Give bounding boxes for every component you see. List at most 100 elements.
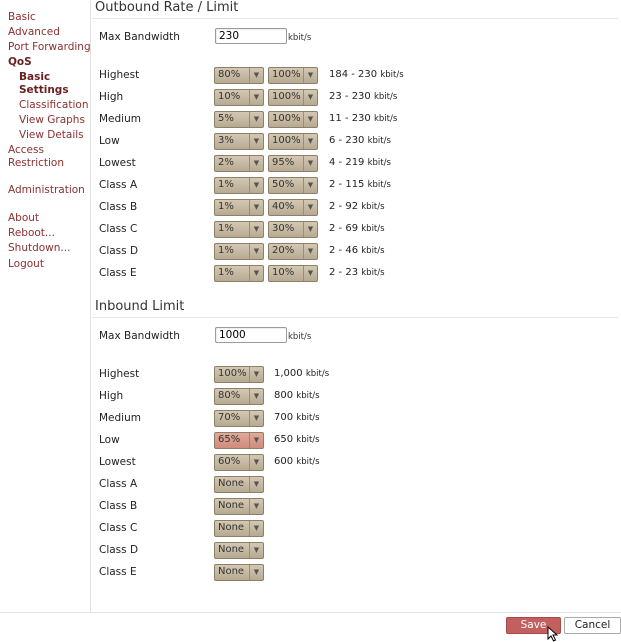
inbound-range-value: 700: [274, 412, 294, 423]
inbound-limit-select[interactable]: None ▼: [214, 542, 264, 559]
outbound-rate-select[interactable]: 1% ▼: [214, 243, 264, 260]
nav-qos-basic-settings[interactable]: Basic: [19, 71, 50, 83]
chevron-down-icon: ▼: [249, 90, 263, 105]
outbound-limit-select-value: 100%: [272, 135, 301, 146]
nav-qos-basic-settings-line2[interactable]: Settings: [19, 84, 69, 96]
outbound-rate-select[interactable]: 1% ▼: [214, 177, 264, 194]
chevron-down-icon: ▼: [303, 112, 317, 127]
outbound-limit-select-value: 40%: [272, 201, 295, 212]
outbound-range-unit: kbit/s: [361, 268, 385, 278]
outbound-range: 2 - 46 kbit/s: [329, 245, 385, 256]
outbound-rate-select-value: 5%: [218, 113, 234, 124]
inbound-divider: [92, 317, 618, 318]
nav-administration[interactable]: Administration: [8, 184, 85, 196]
inbound-limit-select-value: None: [218, 478, 245, 489]
outbound-limit-select-value: 100%: [272, 69, 301, 80]
outbound-limit-select[interactable]: 30% ▼: [268, 221, 318, 238]
outbound-limit-select[interactable]: 50% ▼: [268, 177, 318, 194]
outbound-limit-select[interactable]: 95% ▼: [268, 155, 318, 172]
inbound-row-label: Class C: [99, 522, 138, 534]
outbound-max-bandwidth-input[interactable]: [215, 28, 287, 44]
inbound-range-value: 600: [274, 456, 294, 467]
nav-access-restriction-line2[interactable]: Restriction: [8, 157, 64, 169]
inbound-limit-select[interactable]: 80% ▼: [214, 388, 264, 405]
nav-about[interactable]: About: [8, 212, 39, 224]
outbound-range-unit: kbit/s: [367, 136, 391, 146]
outbound-range-unit: kbit/s: [380, 70, 404, 80]
outbound-rate-select[interactable]: 5% ▼: [214, 111, 264, 128]
outbound-rate-select[interactable]: 1% ▼: [214, 199, 264, 216]
nav-shutdown[interactable]: Shutdown...: [8, 242, 70, 254]
inbound-limit-select[interactable]: 60% ▼: [214, 454, 264, 471]
inbound-limit-select[interactable]: 65% ▼: [214, 432, 264, 449]
inbound-max-bandwidth-label: Max Bandwidth: [99, 330, 180, 342]
outbound-limit-select[interactable]: 100% ▼: [268, 67, 318, 84]
outbound-range-unit: kbit/s: [373, 92, 398, 102]
chevron-down-icon: ▼: [249, 499, 263, 514]
chevron-down-icon: ▼: [303, 90, 317, 105]
inbound-range-value: 1,000: [274, 368, 303, 379]
outbound-row-label: Class C: [99, 223, 138, 235]
chevron-down-icon: ▼: [249, 222, 263, 237]
inbound-max-bandwidth-input[interactable]: [215, 327, 287, 343]
outbound-rate-select[interactable]: 1% ▼: [214, 221, 264, 238]
outbound-range: 11 - 230 kbit/s: [329, 113, 397, 124]
outbound-divider: [92, 18, 618, 19]
chevron-down-icon: ▼: [249, 411, 263, 426]
nav-advanced[interactable]: Advanced: [8, 26, 60, 38]
nav-reboot[interactable]: Reboot...: [8, 227, 55, 239]
inbound-range: 650 kbit/s: [274, 434, 320, 445]
nav-qos[interactable]: QoS: [8, 56, 32, 68]
inbound-limit-select-value: None: [218, 566, 245, 577]
inbound-limit-select-value: None: [218, 522, 245, 533]
outbound-row-label: Class A: [99, 179, 138, 191]
nav-qos-view-details[interactable]: View Details: [19, 129, 84, 141]
inbound-range-unit: kbit/s: [305, 369, 330, 379]
nav-basic[interactable]: Basic: [8, 11, 36, 23]
inbound-limit-select[interactable]: None ▼: [214, 564, 264, 581]
inbound-limit-select-value: 100%: [218, 368, 247, 379]
inbound-limit-select[interactable]: 100% ▼: [214, 366, 264, 383]
outbound-unit-label: kbit/s: [288, 33, 312, 43]
outbound-limit-select[interactable]: 100% ▼: [268, 133, 318, 150]
outbound-limit-select[interactable]: 20% ▼: [268, 243, 318, 260]
inbound-row-label: Class B: [99, 500, 138, 512]
main-content: Outbound Rate / Limit Max Bandwidth kbit/s…: [92, 0, 621, 612]
outbound-range-value: 2 - 92: [329, 201, 359, 212]
outbound-rate-select[interactable]: 1% ▼: [214, 265, 264, 282]
outbound-limit-select[interactable]: 100% ▼: [268, 111, 318, 128]
inbound-limit-select[interactable]: None ▼: [214, 520, 264, 537]
outbound-limit-select[interactable]: 10% ▼: [268, 265, 318, 282]
nav-access-restriction[interactable]: Access: [8, 144, 44, 156]
outbound-row-label: High: [99, 91, 124, 103]
nav-port-forwarding[interactable]: Port Forwarding: [8, 41, 91, 53]
outbound-rate-select[interactable]: 10% ▼: [214, 89, 264, 106]
inbound-range: 700 kbit/s: [274, 412, 320, 423]
outbound-section-title: Outbound Rate / Limit: [95, 0, 239, 15]
chevron-down-icon: ▼: [249, 134, 263, 149]
outbound-rate-select[interactable]: 2% ▼: [214, 155, 264, 172]
nav-logout[interactable]: Logout: [8, 258, 44, 270]
outbound-limit-select[interactable]: 40% ▼: [268, 199, 318, 216]
outbound-rate-select[interactable]: 80% ▼: [214, 67, 264, 84]
chevron-down-icon: ▼: [249, 477, 263, 492]
inbound-row-label: Class D: [99, 544, 139, 556]
inbound-limit-select[interactable]: None ▼: [214, 498, 264, 515]
nav-qos-view-graphs[interactable]: View Graphs: [19, 114, 85, 126]
outbound-range-value: 2 - 46: [329, 245, 359, 256]
outbound-rate-select-value: 2%: [218, 157, 234, 168]
outbound-range-unit: kbit/s: [361, 246, 385, 256]
outbound-row-label: Highest: [99, 69, 140, 81]
cancel-button[interactable]: Cancel: [564, 617, 621, 634]
inbound-limit-select[interactable]: 70% ▼: [214, 410, 264, 427]
footer-bar: Save Cancel: [0, 612, 621, 641]
outbound-limit-select[interactable]: 100% ▼: [268, 89, 318, 106]
outbound-max-bandwidth-label: Max Bandwidth: [99, 31, 180, 43]
outbound-range-unit: kbit/s: [367, 180, 391, 190]
inbound-limit-select[interactable]: None ▼: [214, 476, 264, 493]
outbound-rate-select[interactable]: 3% ▼: [214, 133, 264, 150]
chevron-down-icon: ▼: [249, 156, 263, 171]
inbound-row-label: Medium: [99, 412, 141, 424]
nav-qos-classification[interactable]: Classification: [19, 99, 88, 111]
inbound-limit-select-value: None: [218, 500, 245, 511]
